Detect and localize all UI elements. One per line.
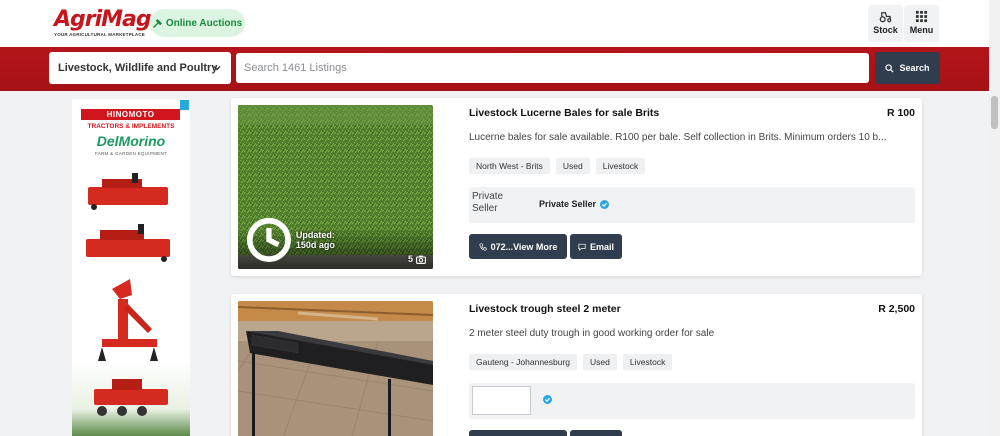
phone-view-more-button[interactable]: 072...View More <box>469 234 567 259</box>
photo-count-value: 5 <box>407 254 413 264</box>
condition-tag: Used <box>583 354 617 370</box>
listing-photo[interactable] <box>238 301 433 436</box>
seller-name-text: Private Seller <box>539 199 597 209</box>
advertisement-banner[interactable]: HINOMOTO TRACTORS & IMPLEMENTS DelMorino… <box>72 99 190 436</box>
stock-button[interactable]: Stock <box>868 5 903 42</box>
message-icon <box>578 243 586 251</box>
listing-title[interactable]: Livestock trough steel 2 meter <box>469 303 621 315</box>
seller-name[interactable] <box>539 395 552 404</box>
category-tag: Livestock <box>622 354 673 370</box>
location-tag: Gauteng - Johannesburg <box>469 354 578 370</box>
condition-tag: Used <box>555 158 590 174</box>
category-select-value: Livestock, Wildlife and Poultry <box>58 62 218 74</box>
photo-count: 5 <box>408 254 426 264</box>
email-button[interactable]: Email <box>570 234 622 259</box>
gavel-icon <box>153 18 162 28</box>
search-icon <box>885 63 894 73</box>
listing-tags: North West - Brits Used Livestock <box>469 158 646 174</box>
listing-description: 2 meter steel duty trough in good workin… <box>469 328 715 339</box>
seller-box: Private Seller Private Seller <box>469 187 915 223</box>
online-auctions-button[interactable]: Online Auctions <box>150 9 245 37</box>
seller-avatar: Private Seller <box>472 191 504 214</box>
menu-label: Menu <box>909 25 934 35</box>
steel-trough-photo <box>238 301 433 436</box>
email-button-label: Email <box>589 241 614 252</box>
email-button[interactable] <box>570 430 622 436</box>
ad-machinery-image <box>86 173 170 416</box>
search-button[interactable]: Search <box>875 52 940 84</box>
listing-price: R 2,500 <box>878 303 915 315</box>
listing-updated-text: Updated: 150d ago <box>295 230 335 251</box>
verified-icon <box>600 199 610 209</box>
seller-box <box>469 383 915 419</box>
verified-icon <box>543 395 552 404</box>
clock-icon <box>246 218 291 263</box>
logo-tagline: YOUR AGRICULTURAL MARKETPLACE <box>54 32 145 37</box>
top-header: AgriMag YOUR AGRICULTURAL MARKETPLACE On… <box>0 0 989 47</box>
search-input[interactable] <box>236 53 869 83</box>
phone-icon <box>478 242 487 251</box>
page-scrollbar[interactable] <box>989 0 1000 436</box>
listing-tags: Gauteng - Johannesburg Used Livestock <box>469 354 673 370</box>
scrollbar-thumb[interactable] <box>991 96 998 129</box>
seller-name[interactable]: Private Seller <box>539 199 610 209</box>
phone-view-more-button[interactable] <box>469 430 567 436</box>
agrimag-logo[interactable]: AgriMag YOUR AGRICULTURAL MARKETPLACE <box>54 7 152 40</box>
listing-price: R 100 <box>886 107 915 119</box>
category-select[interactable]: Livestock, Wildlife and Poultry <box>49 52 231 84</box>
phone-button-label: 072...View More <box>490 241 558 252</box>
listing-title[interactable]: Livestock Lucerne Bales for sale Brits <box>469 107 659 119</box>
menu-button[interactable]: Menu <box>904 5 939 42</box>
listing-card[interactable]: Updated: 150d ago 5 Livestock Lucerne Ba… <box>231 98 922 276</box>
listing-photo[interactable]: Updated: 150d ago 5 <box>238 105 433 269</box>
listing-description: Lucerne bales for sale available. R100 p… <box>469 132 887 143</box>
category-tag: Livestock <box>595 158 646 174</box>
camera-icon <box>416 255 426 264</box>
logo-text: AgriMag <box>54 7 152 32</box>
stock-label: Stock <box>873 25 898 35</box>
listing-card[interactable]: Livestock trough steel 2 meter R 2,500 2… <box>231 294 922 436</box>
search-button-label: Search <box>899 63 930 73</box>
seller-avatar <box>472 386 531 415</box>
tractor-icon <box>879 12 892 23</box>
chevron-down-icon <box>213 66 221 71</box>
location-tag: North West - Brits <box>469 158 550 174</box>
listing-updated: Updated: 150d ago <box>245 216 338 264</box>
grid-icon <box>915 10 928 23</box>
online-auctions-label: Online Auctions <box>165 17 243 29</box>
